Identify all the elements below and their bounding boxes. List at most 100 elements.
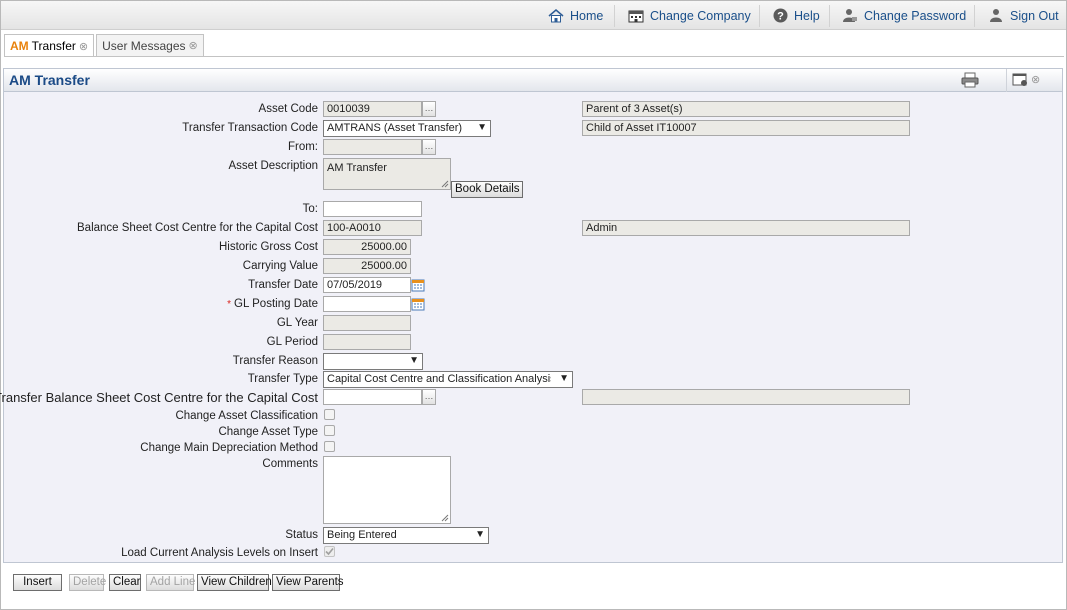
transfer-type-label: Transfer Type — [247, 373, 318, 385]
nav-help-label: Help — [794, 8, 820, 23]
user-signout-icon — [988, 8, 1004, 23]
view-children-button[interactable]: View Children — [197, 574, 272, 591]
gl-period-label: GL Period — [266, 336, 318, 348]
close-tab-icon[interactable]: ⊗ — [189, 39, 198, 52]
nav-sign-out-label: Sign Out — [1010, 8, 1059, 23]
nav-change-company[interactable]: Change Company — [628, 1, 751, 30]
header-divider — [1006, 69, 1007, 92]
resize-grip-icon — [441, 514, 449, 522]
nav-divider — [829, 5, 830, 27]
dropdown-arrow-icon: ▼ — [559, 373, 569, 384]
panel-title: AM Transfer — [9, 72, 90, 88]
tab-prefix: AM — [10, 39, 29, 53]
delete-button[interactable]: Delete — [69, 574, 106, 591]
transfer-type-select[interactable]: Capital Cost Centre and Classification A… — [323, 371, 573, 388]
nav-change-password-label: Change Password — [864, 8, 967, 23]
transfer-bs-cc-lookup-button[interactable]: … — [422, 389, 436, 405]
transfer-date-label: Transfer Date — [248, 279, 318, 291]
nav-home-label: Home — [570, 8, 604, 23]
tab-am-transfer[interactable]: AM Transfer ⊗ — [4, 34, 95, 57]
nav-divider — [974, 5, 975, 27]
comments-textarea[interactable] — [323, 456, 451, 524]
calendar-icon[interactable] — [411, 278, 425, 292]
from-lookup-button[interactable]: … — [422, 139, 436, 155]
change-asset-type-label: Change Asset Type — [218, 426, 318, 438]
balance-sheet-cc-label: Balance Sheet Cost Centre for the Capita… — [77, 222, 318, 234]
user-key-icon — [842, 8, 858, 23]
add-line-button[interactable]: Add Line — [146, 574, 195, 591]
building-icon — [628, 9, 644, 23]
transfer-bs-cc-field[interactable] — [323, 389, 422, 405]
carrying-value-field: 25000.00 — [323, 258, 411, 274]
transfer-transaction-code-value: AMTRANS (Asset Transfer) — [327, 122, 463, 134]
asset-code-lookup-button[interactable]: … — [422, 101, 436, 117]
carrying-value-label: Carrying Value — [242, 260, 318, 272]
nav-change-password[interactable]: Change Password — [842, 1, 966, 30]
status-label: Status — [285, 529, 318, 541]
load-current-analysis-checkbox[interactable] — [324, 546, 335, 557]
load-current-analysis-label: Load Current Analysis Levels on Insert — [121, 547, 318, 559]
asset-description-field: AM Transfer — [323, 158, 451, 190]
calendar-icon[interactable] — [411, 297, 425, 311]
gl-posting-date-label-text: GL Posting Date — [234, 298, 318, 310]
historic-gross-cost-field: 25000.00 — [323, 239, 411, 255]
change-asset-classification-label: Change Asset Classification — [175, 410, 318, 422]
change-main-depreciation-method-checkbox[interactable] — [324, 441, 335, 452]
dropdown-arrow-icon: ▼ — [475, 529, 485, 540]
gl-year-field — [323, 315, 411, 331]
asset-child-info: Child of Asset IT10007 — [582, 120, 910, 136]
home-icon — [548, 8, 564, 23]
dropdown-arrow-icon: ▼ — [477, 122, 487, 133]
insert-button[interactable]: Insert — [13, 574, 62, 591]
transfer-date-field[interactable]: 07/05/2019 — [323, 277, 411, 293]
to-label: To: — [302, 203, 318, 215]
asset-description-value: AM Transfer — [327, 162, 387, 174]
am-transfer-panel: AM Transfer ⊗ — [3, 68, 1063, 563]
window-settings-icon[interactable] — [1012, 72, 1028, 90]
transfer-reason-label: Transfer Reason — [232, 355, 318, 367]
balance-sheet-cc-field: 100-A0010 — [323, 220, 422, 236]
close-tab-icon[interactable]: ⊗ — [79, 40, 88, 53]
nav-divider — [614, 5, 615, 27]
from-field[interactable] — [323, 139, 422, 155]
to-field[interactable] — [323, 201, 422, 217]
required-marker: * — [227, 299, 232, 310]
status-value: Being Entered — [327, 529, 397, 541]
change-asset-type-checkbox[interactable] — [324, 425, 335, 436]
book-details-button[interactable]: Book Details — [451, 181, 523, 198]
nav-change-company-label: Change Company — [650, 8, 751, 23]
print-icon[interactable] — [961, 72, 979, 91]
gl-posting-date-label: * GL Posting Date — [227, 298, 318, 310]
transfer-transaction-code-select[interactable]: AMTRANS (Asset Transfer) ▼ — [323, 120, 491, 137]
panel-header: AM Transfer ⊗ — [4, 69, 1062, 92]
tab-strip: AM Transfer ⊗ User Messages ⊗ — [4, 34, 204, 57]
tab-label: User Messages — [102, 38, 186, 53]
asset-code-field[interactable]: 0010039 — [323, 101, 422, 117]
nav-sign-out[interactable]: Sign Out — [988, 1, 1059, 30]
asset-description-label: Asset Description — [228, 160, 318, 172]
asset-parent-info: Parent of 3 Asset(s) — [582, 101, 910, 117]
tab-underline — [4, 56, 1064, 57]
balance-sheet-cc-info: Admin — [582, 220, 910, 236]
nav-divider — [759, 5, 760, 27]
nav-home[interactable]: Home — [548, 1, 603, 30]
clear-button[interactable]: Clear — [109, 574, 141, 591]
top-nav-bar: Home Change Company ? Help Change Passwo… — [1, 1, 1066, 30]
transfer-bs-cc-label: Transfer Balance Sheet Cost Centre for t… — [0, 390, 318, 405]
status-select[interactable]: Being Entered ▼ — [323, 527, 489, 544]
close-panel-icon[interactable]: ⊗ — [1031, 73, 1040, 86]
transfer-reason-select[interactable]: ▼ — [323, 353, 423, 370]
from-label: From: — [287, 141, 318, 153]
gl-posting-date-field[interactable] — [323, 296, 411, 312]
svg-text:?: ? — [777, 11, 784, 23]
comments-label: Comments — [262, 458, 318, 470]
gl-period-field — [323, 334, 411, 350]
transfer-bs-cc-info — [582, 389, 910, 405]
nav-help[interactable]: ? Help — [773, 1, 820, 30]
transfer-transaction-code-label: Transfer Transaction Code — [182, 122, 318, 134]
asset-code-label: Asset Code — [258, 103, 318, 115]
view-parents-button[interactable]: View Parents — [272, 574, 344, 591]
tab-user-messages[interactable]: User Messages ⊗ — [96, 34, 204, 56]
change-asset-classification-checkbox[interactable] — [324, 409, 335, 420]
historic-gross-cost-label: Historic Gross Cost — [218, 241, 318, 253]
